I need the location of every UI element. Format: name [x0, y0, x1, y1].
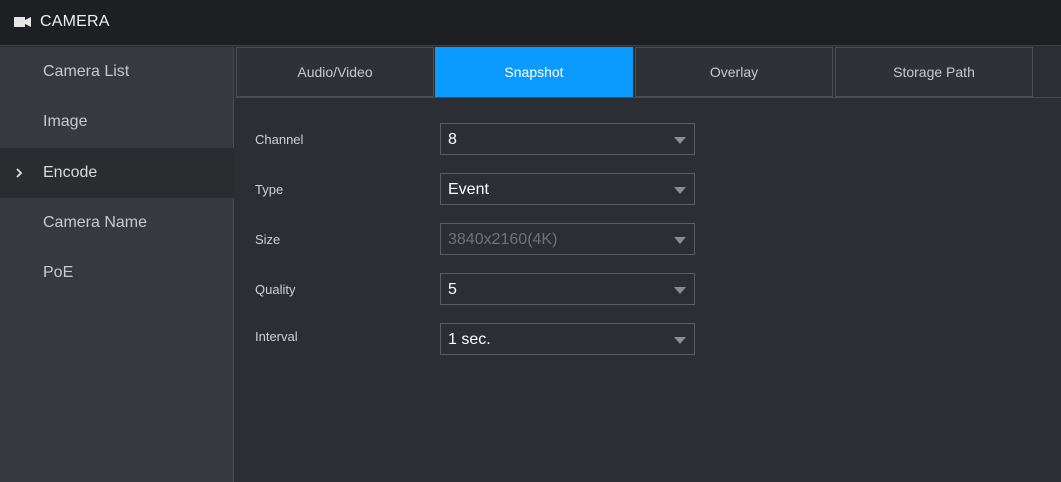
sidebar-item-label: Image — [43, 113, 88, 130]
sidebar-item-image[interactable]: Image — [0, 97, 234, 147]
tab-audio-video[interactable]: Audio/Video — [236, 47, 434, 97]
title-bar: CAMERA — [0, 0, 1061, 46]
dropdown-arrow-icon — [674, 237, 686, 244]
channel-select[interactable]: 8 — [440, 123, 695, 155]
dropdown-arrow-icon — [674, 287, 686, 294]
tab-snapshot[interactable]: Snapshot — [435, 47, 633, 97]
content-panel: Audio/Video Snapshot Overlay Storage Pat… — [235, 47, 1061, 482]
sidebar-item-encode[interactable]: Encode — [0, 148, 234, 198]
tab-storage-path[interactable]: Storage Path — [835, 47, 1033, 97]
size-label: Size — [255, 232, 281, 247]
interval-value: 1 sec. — [448, 331, 491, 348]
dropdown-arrow-icon — [674, 137, 686, 144]
type-select[interactable]: Event — [440, 173, 695, 205]
sidebar: Camera List Image Encode Camera Name PoE — [0, 47, 234, 482]
sidebar-item-camera-name[interactable]: Camera Name — [0, 198, 234, 248]
type-label: Type — [255, 182, 284, 197]
sidebar-item-label: Encode — [43, 164, 98, 181]
quality-value: 5 — [448, 281, 457, 298]
sidebar-item-label: Camera List — [43, 63, 130, 80]
size-select: 3840x2160(4K) — [440, 223, 695, 255]
tab-overlay[interactable]: Overlay — [635, 47, 833, 97]
tab-bar: Audio/Video Snapshot Overlay Storage Pat… — [235, 47, 1061, 98]
interval-label: Interval — [255, 329, 298, 344]
channel-value: 8 — [448, 131, 457, 148]
sidebar-item-camera-list[interactable]: Camera List — [0, 47, 234, 97]
camera-icon — [14, 17, 31, 27]
type-value: Event — [448, 181, 489, 198]
channel-label: Channel — [255, 132, 304, 147]
chevron-right-icon — [16, 168, 23, 178]
quality-label: Quality — [255, 282, 296, 297]
size-value: 3840x2160(4K) — [448, 231, 558, 248]
page-title: CAMERA — [40, 13, 110, 30]
sidebar-item-poe[interactable]: PoE — [0, 248, 234, 298]
dropdown-arrow-icon — [674, 187, 686, 194]
sidebar-item-label: PoE — [43, 264, 74, 281]
sidebar-item-label: Camera Name — [43, 214, 148, 231]
interval-select[interactable]: 1 sec. — [440, 323, 695, 355]
quality-select[interactable]: 5 — [440, 273, 695, 305]
dropdown-arrow-icon — [674, 337, 686, 344]
